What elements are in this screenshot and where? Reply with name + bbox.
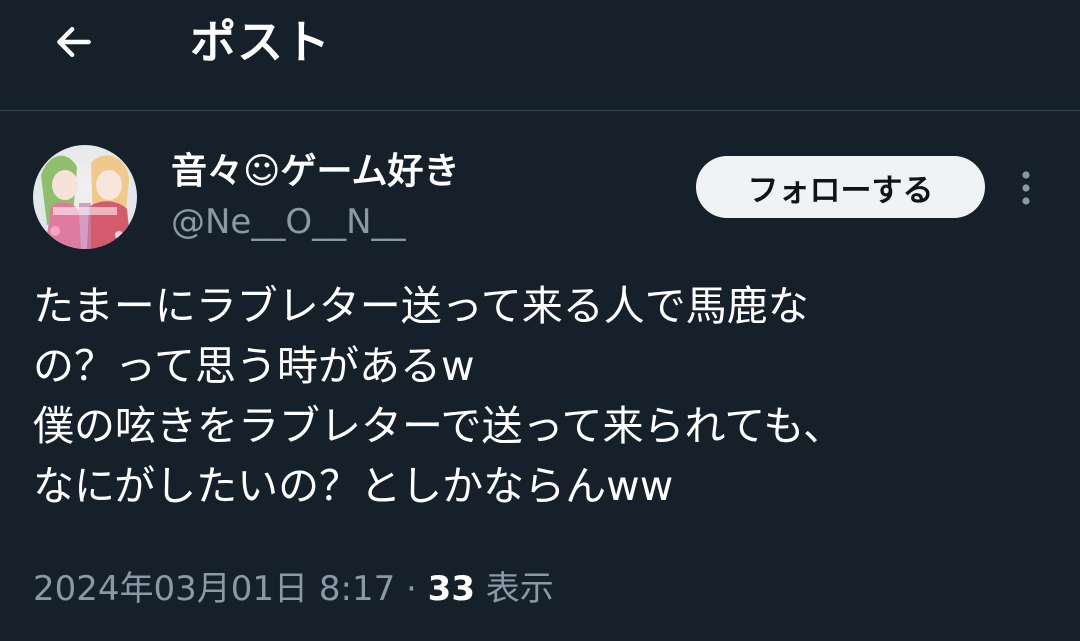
views-label: 表示 <box>474 569 554 609</box>
timestamp[interactable]: 2024年03月01日 8:17 <box>33 569 395 609</box>
more-vertical-icon <box>1022 171 1030 205</box>
top-bar: ポスト <box>0 0 1080 111</box>
author-handle[interactable]: @Ne__O__N__ <box>171 200 406 244</box>
arrow-left-icon <box>57 26 91 58</box>
page-title: ポスト <box>190 15 331 69</box>
views-count: 33 <box>427 569 475 609</box>
avatar-image <box>33 145 137 249</box>
tweet-meta: 2024年03月01日 8:17 · 33 表示 <box>33 565 554 613</box>
tweet-text: たまーにラブレター送って来る人で馬鹿な の？って思う時があるw 僕の呟きをラブレ… <box>33 276 1063 516</box>
meta-separator: · <box>395 569 428 609</box>
tweet-line: の？って思う時があるw <box>33 342 475 390</box>
more-options-button[interactable] <box>1006 160 1046 216</box>
author-display-name[interactable]: 音々☺ゲーム好き <box>171 150 459 194</box>
tweet-line: 僕の呟きをラブレターで送って来られても、 <box>33 402 844 450</box>
follow-button[interactable]: フォローする <box>696 156 985 218</box>
back-button[interactable] <box>44 14 104 70</box>
tweet-line: たまーにラブレター送って来る人で馬鹿な <box>33 282 809 330</box>
tweet-line: なにがしたいの？としかならんww <box>33 462 674 510</box>
avatar[interactable] <box>33 145 137 249</box>
